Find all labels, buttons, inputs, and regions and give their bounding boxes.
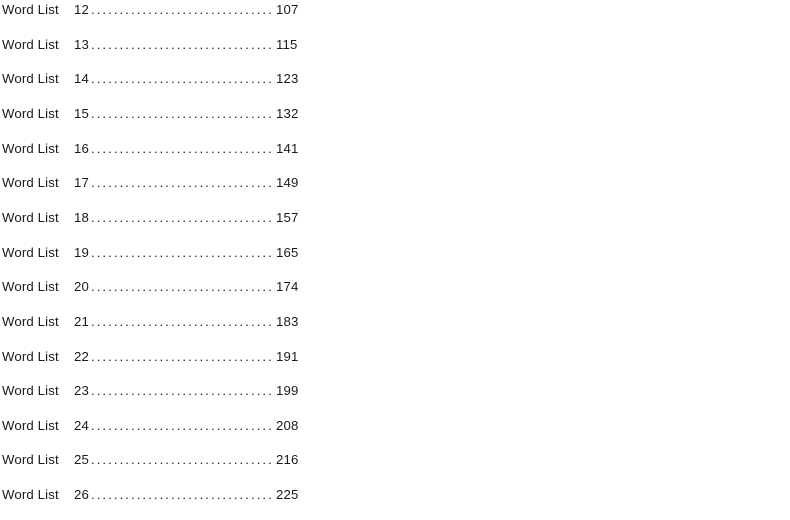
toc-entry[interactable]: Word List 20.............................… [0,277,320,297]
toc-entry[interactable]: Word List 16.............................… [0,139,320,159]
toc-entry[interactable]: Word List 26.............................… [0,485,320,505]
toc-entry[interactable]: Word List 21.............................… [0,312,320,332]
toc-entry-title: Word List [2,36,59,52]
toc-entry-number: 19 [74,244,89,260]
toc-entry-number: 12 [74,2,89,17]
toc-entry-number: 20 [74,279,89,295]
toc-entry-title: Word List [2,452,59,468]
toc-entry-dot-leader: ........................................… [91,105,272,121]
toc-entry-page-number: 174 [276,279,299,295]
toc-entry-page-number: 199 [276,383,299,399]
toc-entry-title: Word List [2,279,59,295]
toc-entry-number: 17 [74,175,89,191]
toc-entry-title: Word List [2,105,59,121]
toc-entry[interactable]: Word List 22.............................… [0,347,320,367]
toc-entry-title: Word List [2,244,59,260]
toc-entry-title: Word List [2,209,59,225]
toc-entry-title: Word List [2,313,59,329]
toc-entry-page-number: 191 [276,348,299,364]
toc-entry[interactable]: Word List 24.............................… [0,416,320,436]
toc-entry-number: 13 [74,36,89,52]
toc-entry-page-number: 208 [276,417,299,433]
toc-entry[interactable]: Word List 19.............................… [0,243,320,263]
toc-entry-page-number: 132 [276,105,299,121]
toc-entry[interactable]: Word List 12.............................… [0,0,320,20]
toc-entry-number: 25 [74,452,89,468]
toc-entry-dot-leader: ........................................… [91,417,272,433]
toc-entry[interactable]: Word List 18.............................… [0,208,320,228]
toc-entry-number: 23 [74,383,89,399]
toc-entry-dot-leader: ........................................… [91,244,272,260]
toc-entry-dot-leader: ........................................… [91,279,272,295]
toc-entry-number: 16 [74,140,89,156]
toc-entry-number: 15 [74,105,89,121]
toc-entry-page-number: 115 [276,36,298,52]
toc-entry-page-number: 225 [276,487,299,503]
toc-entry-page-number: 149 [276,175,299,191]
toc-entry-dot-leader: ........................................… [91,175,272,191]
toc-entry[interactable]: Word List 25.............................… [0,450,320,470]
toc-entry-number: 22 [74,348,89,364]
toc-entry-title: Word List [2,487,59,503]
toc-entry-page-number: 183 [276,313,299,329]
toc-entry-title: Word List [2,140,59,156]
toc-entry-dot-leader: ........................................… [91,487,272,503]
toc-entry-title: Word List [2,71,59,87]
toc-entry-dot-leader: ........................................… [91,2,272,17]
toc-entry[interactable]: Word List 15.............................… [0,104,320,124]
toc-entry-page-number: 141 [276,140,299,156]
toc-entry-page-number: 123 [276,71,299,87]
toc-entry[interactable]: Word List 13.............................… [0,35,320,55]
toc-entry-dot-leader: ........................................… [91,313,272,329]
toc-entry[interactable]: Word List 14.............................… [0,69,320,89]
toc-entry[interactable]: Word List 23.............................… [0,381,320,401]
toc-entry-dot-leader: ........................................… [91,348,272,364]
toc-entry-number: 14 [74,71,89,87]
toc-entry-dot-leader: ........................................… [91,36,272,52]
toc-entry-dot-leader: ........................................… [91,71,272,87]
toc-entry-title: Word List [2,348,59,364]
toc-entry-number: 26 [74,487,89,503]
table-of-contents-list: Word List 12.............................… [0,0,790,520]
toc-entry-title: Word List [2,383,59,399]
toc-entry-page-number: 107 [276,2,299,17]
toc-entry-page-number: 157 [276,209,299,225]
toc-entry[interactable]: Word List 17.............................… [0,173,320,193]
toc-entry-page-number: 216 [276,452,299,468]
toc-entry-dot-leader: ........................................… [91,209,272,225]
toc-entry-title: Word List [2,2,59,17]
toc-entry-dot-leader: ........................................… [91,383,272,399]
toc-entry-dot-leader: ........................................… [91,452,272,468]
toc-entry-page-number: 165 [276,244,299,260]
toc-entry-title: Word List [2,417,59,433]
toc-entry-number: 18 [74,209,89,225]
toc-entry-title: Word List [2,175,59,191]
toc-entry-number: 24 [74,417,89,433]
toc-entry-number: 21 [74,313,89,329]
toc-entry-dot-leader: ........................................… [91,140,272,156]
